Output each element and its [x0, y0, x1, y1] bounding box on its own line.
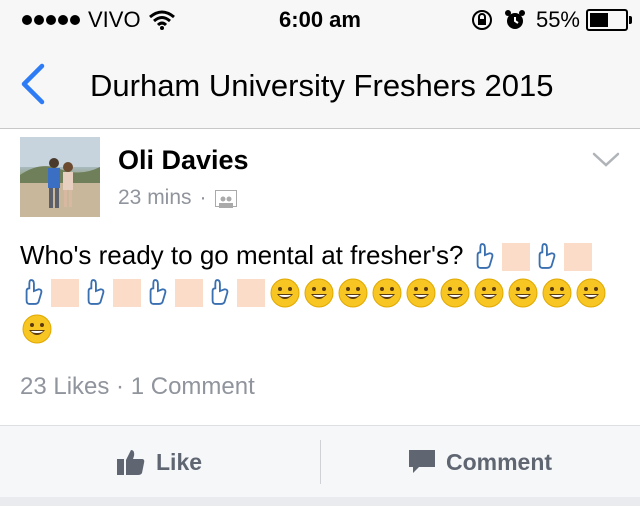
post-meta: 23 mins ·: [118, 186, 237, 210]
emoji-grin-icon: [576, 278, 606, 308]
post-time[interactable]: 23 mins: [118, 186, 192, 210]
chevron-down-icon[interactable]: [592, 151, 620, 169]
alarm-icon: [504, 10, 525, 29]
post-message: Who's ready to go mental at fresher's?: [20, 237, 620, 345]
avatar[interactable]: [20, 137, 100, 217]
status-bar: VIVO 6:00 am 55%: [0, 0, 640, 42]
rotation-lock-icon: [471, 10, 492, 30]
emoji-skin-tone-icon: [51, 279, 79, 308]
emoji-hand-icon: [22, 278, 46, 308]
emoji-grin-icon: [474, 278, 504, 308]
emoji-skin-tone-icon: [175, 279, 203, 308]
thumbs-up-icon: [117, 450, 145, 475]
post-author[interactable]: Oli Davies: [118, 145, 249, 176]
emoji-skin-tone-icon: [563, 243, 592, 272]
like-button[interactable]: Like: [116, 426, 202, 498]
emoji-skin-tone-icon: [237, 279, 265, 308]
emoji-skin-tone-icon: [501, 243, 530, 272]
like-label: Like: [156, 448, 203, 475]
emoji-grin-icon: [304, 278, 334, 308]
emoji-skin-tone-icon: [113, 279, 141, 308]
emoji-grin-icon: [372, 278, 402, 308]
emoji-hand-icon: [146, 278, 170, 308]
page-title: Durham University Freshers 2015: [90, 68, 554, 103]
post-card: Oli Davies 23 mins · Who's ready to go m…: [0, 129, 640, 425]
emoji-grin-icon: [440, 278, 470, 308]
emoji-hand-icon: [84, 278, 108, 308]
feed-separator: [0, 497, 640, 506]
post-message-text: Who's ready to go mental at fresher's?: [20, 240, 464, 270]
emoji-hand-icon: [535, 242, 559, 272]
battery-percent: 55%: [535, 7, 580, 32]
emoji-grin-icon: [270, 278, 300, 308]
navigation-bar: Durham University Freshers 2015: [0, 42, 640, 129]
emoji-hand-icon: [473, 242, 497, 272]
emoji-grin-icon: [542, 278, 572, 308]
comment-button[interactable]: Comment: [408, 426, 552, 498]
emoji-grin-icon: [338, 278, 368, 308]
battery-icon: [586, 9, 632, 31]
emoji-grin-icon: [508, 278, 538, 308]
emoji-hand-icon: [208, 278, 232, 308]
action-divider: [320, 440, 321, 484]
back-button[interactable]: [14, 62, 54, 106]
comment-icon: [409, 450, 435, 473]
action-bar: Like Comment: [0, 425, 640, 498]
emoji-grin-icon: [22, 314, 52, 344]
meta-separator: ·: [199, 186, 207, 209]
emoji-grin-icon: [406, 278, 436, 308]
comment-label: Comment: [446, 448, 553, 475]
reaction-counts[interactable]: 23 Likes · 1 Comment: [20, 373, 255, 401]
audience-group-icon: [214, 189, 237, 208]
chevron-left-icon: [21, 63, 45, 105]
